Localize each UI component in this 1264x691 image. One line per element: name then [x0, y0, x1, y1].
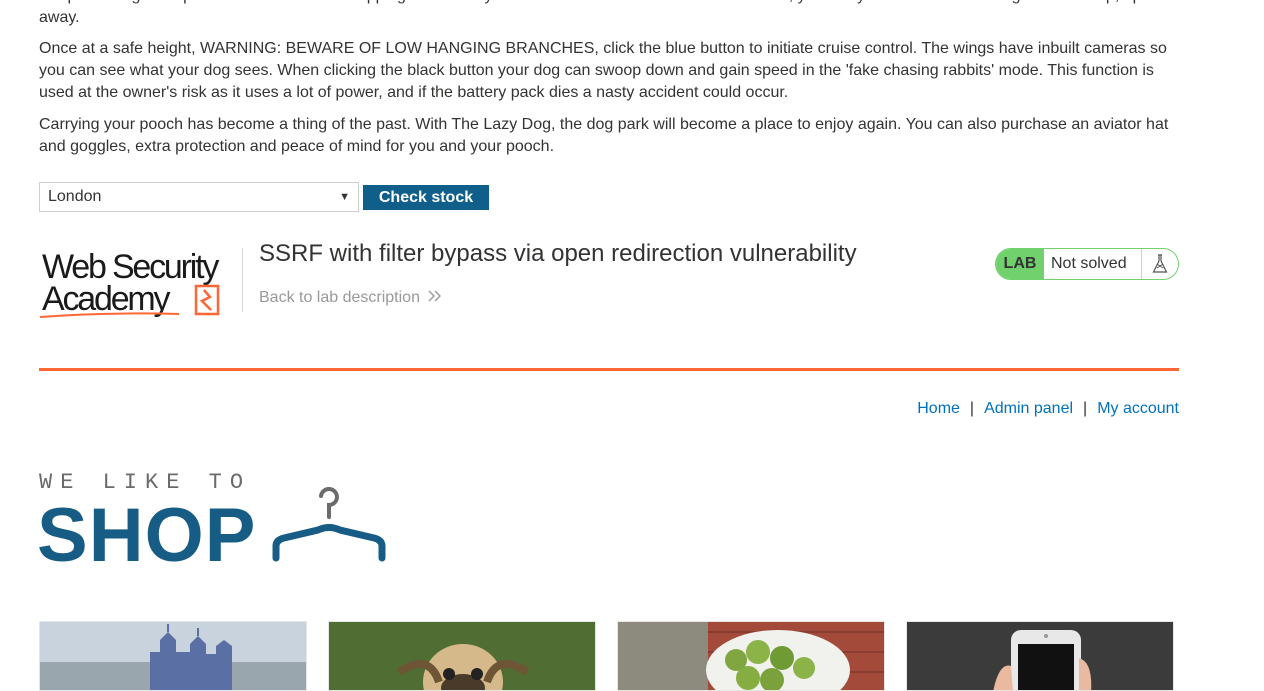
lab-status-badge: LAB Not solved [995, 248, 1179, 280]
nav-my-account-link[interactable]: My account [1097, 400, 1179, 418]
lab-status-text: Not solved [1051, 255, 1127, 272]
shop-logo: WE LIKE TO SHOP [37, 470, 390, 578]
product-card-image[interactable] [617, 621, 885, 691]
description-paragraph-3: Carrying your pooch has become a thing o… [39, 116, 1169, 155]
nav-separator: | [969, 400, 975, 417]
description-paragraph-2: Once at a safe height, WARNING: BEWARE O… [39, 40, 1167, 101]
lab-title: SSRF with filter bypass via open redirec… [259, 240, 857, 267]
double-chevron-right-icon [428, 289, 442, 307]
nav-separator: | [1083, 400, 1088, 417]
product-card-image[interactable] [906, 621, 1174, 691]
check-stock-button[interactable]: Check stock [363, 185, 489, 210]
product-card-image[interactable] [328, 621, 596, 691]
hanger-icon [272, 487, 386, 562]
store-select-value: London [48, 188, 102, 205]
back-to-lab-link[interactable]: Back to lab description [259, 289, 442, 307]
nav-home-link[interactable]: Home [917, 400, 960, 418]
top-nav: Home | Admin panel | My account [917, 400, 1179, 418]
flask-icon [1141, 249, 1178, 279]
nav-admin-panel-link[interactable]: Admin panel [984, 400, 1073, 418]
back-to-lab-label: Back to lab description [259, 289, 420, 306]
description-paragraph-1: Snap the wings into place and click the … [39, 0, 1173, 26]
store-select[interactable]: London ▼ [39, 182, 359, 212]
product-card-image[interactable] [39, 621, 307, 691]
chevron-down-icon: ▼ [339, 191, 350, 203]
header-rule [39, 368, 1179, 371]
web-security-academy-logo[interactable]: Web Security Academy [39, 246, 244, 322]
shop-tagline: WE LIKE TO [39, 470, 251, 495]
lab-tag: LAB [996, 249, 1044, 279]
header-divider [242, 248, 243, 312]
logo-line-2: Academy [42, 280, 171, 318]
shop-word: SHOP [38, 493, 256, 565]
